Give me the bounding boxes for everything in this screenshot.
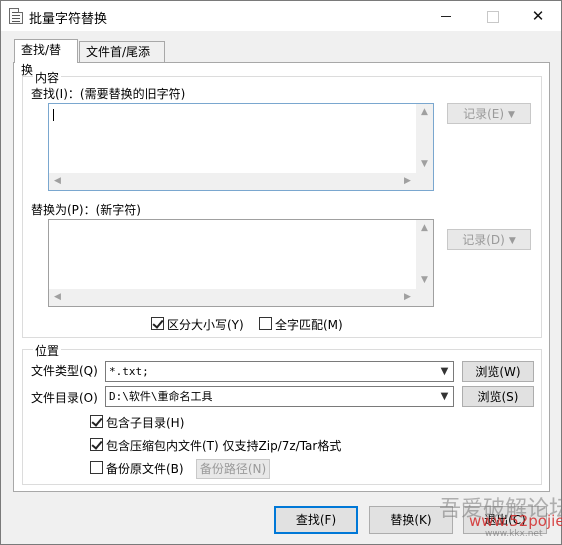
location-group-label: 位置 [33, 342, 62, 359]
file-type-combobox[interactable]: *.txt; ▼ [105, 361, 454, 382]
dropdown-arrow-icon: ▼ [508, 236, 516, 246]
scroll-down-icon[interactable]: ▼ [416, 272, 433, 289]
case-sensitive-checkbox[interactable] [151, 317, 164, 330]
scroll-up-icon[interactable]: ▲ [416, 104, 433, 121]
include-archives-label[interactable]: 包含压缩包内文件(T) 仅支持Zip/7z/Tar格式 [106, 437, 341, 454]
directory-browse-button[interactable]: 浏览(S) [462, 386, 534, 407]
watermark-url: www.52pojie.cn [469, 512, 562, 530]
find-label: 查找(I)：(需要替换的旧字符) [31, 87, 186, 101]
replace-label: 替换为(P)：(新字符) [31, 203, 141, 217]
find-record-label: 记录(E) [463, 107, 505, 121]
find-horizontal-scrollbar[interactable]: ◀ ▶ [49, 173, 416, 190]
maximize-icon [469, 1, 515, 31]
find-button-label: 查找(F) [295, 513, 337, 527]
replace-horizontal-scrollbar[interactable]: ◀ ▶ [49, 289, 416, 306]
window-title: 批量字符替换 [29, 12, 108, 27]
close-icon: ✕ [531, 7, 545, 25]
replace-vertical-scrollbar[interactable]: ▲ ▼ [416, 220, 433, 289]
include-subdirs-checkbox[interactable] [90, 415, 103, 428]
include-archives-checkbox[interactable] [90, 438, 103, 451]
whole-word-label[interactable]: 全字匹配(M) [275, 316, 343, 333]
dropdown-arrow-icon: ▼ [508, 110, 515, 120]
close-button[interactable]: ✕ [515, 1, 561, 31]
scroll-right-icon[interactable]: ▶ [399, 173, 416, 190]
whole-word-checkbox[interactable] [259, 317, 272, 330]
scrollbar-corner [416, 173, 433, 190]
site-watermark: 吾爱破解论坛 www.52pojie.cn www.kkx.net [433, 489, 562, 544]
directory-combobox[interactable]: D:\软件\重命名工具 ▼ [105, 386, 454, 407]
backup-path-button[interactable]: 备份路径(N) [196, 459, 270, 479]
scrollbar-corner [416, 289, 433, 306]
file-type-label: 文件类型(Q) [31, 364, 98, 378]
text-caret [53, 109, 54, 121]
app-document-icon [9, 8, 23, 24]
scroll-right-icon[interactable]: ▶ [399, 289, 416, 306]
find-record-button[interactable]: 记录(E) ▼ [447, 103, 531, 124]
directory-value: D:\软件\重命名工具 [109, 390, 213, 403]
scroll-left-icon[interactable]: ◀ [49, 173, 66, 190]
file-type-value: *.txt; [109, 365, 149, 378]
backup-label[interactable]: 备份原文件(B) [106, 460, 184, 477]
scroll-up-icon[interactable]: ▲ [416, 220, 433, 237]
scroll-left-icon[interactable]: ◀ [49, 289, 66, 306]
main-window: 批量字符替换 ✕ 查找/替换 文件首/尾添加 内容 查找(I)：(需要替换的旧字… [0, 0, 562, 545]
browse-label: 浏览(S) [477, 390, 519, 404]
case-sensitive-label[interactable]: 区分大小写(Y) [167, 316, 244, 333]
chevron-down-icon[interactable]: ▼ [436, 387, 453, 406]
tab-find-replace[interactable]: 查找/替换 [14, 39, 78, 77]
scroll-down-icon[interactable]: ▼ [416, 156, 433, 173]
tab-panel: 内容 查找(I)：(需要替换的旧字符) ▲ ▼ ◀ ▶ 记录(E) ▼ 替换为(P… [13, 62, 550, 492]
tab-file-head-tail[interactable]: 文件首/尾添加 [79, 41, 165, 79]
replace-textarea[interactable]: ▲ ▼ ◀ ▶ [48, 219, 434, 307]
replace-record-button[interactable]: 记录(D) ▼ [447, 229, 531, 250]
backup-path-label: 备份路径(N) [199, 462, 267, 476]
title-bar[interactable]: 批量字符替换 ✕ [1, 1, 561, 31]
file-type-browse-button[interactable]: 浏览(W) [462, 361, 534, 382]
include-subdirs-label[interactable]: 包含子目录(H) [106, 414, 184, 431]
chevron-down-icon[interactable]: ▼ [436, 362, 453, 381]
backup-checkbox[interactable] [90, 461, 103, 474]
replace-record-label: 记录(D) [462, 233, 505, 247]
minimize-icon[interactable] [423, 1, 469, 31]
content-group-label: 内容 [33, 69, 62, 86]
find-button[interactable]: 查找(F) [274, 506, 358, 534]
watermark-small-url: www.kkx.net [485, 529, 543, 539]
find-textarea[interactable]: ▲ ▼ ◀ ▶ [48, 103, 434, 191]
directory-label: 文件目录(O) [31, 391, 98, 405]
find-vertical-scrollbar[interactable]: ▲ ▼ [416, 104, 433, 173]
browse-label: 浏览(W) [475, 365, 521, 379]
replace-button-label: 替换(K) [390, 513, 432, 527]
